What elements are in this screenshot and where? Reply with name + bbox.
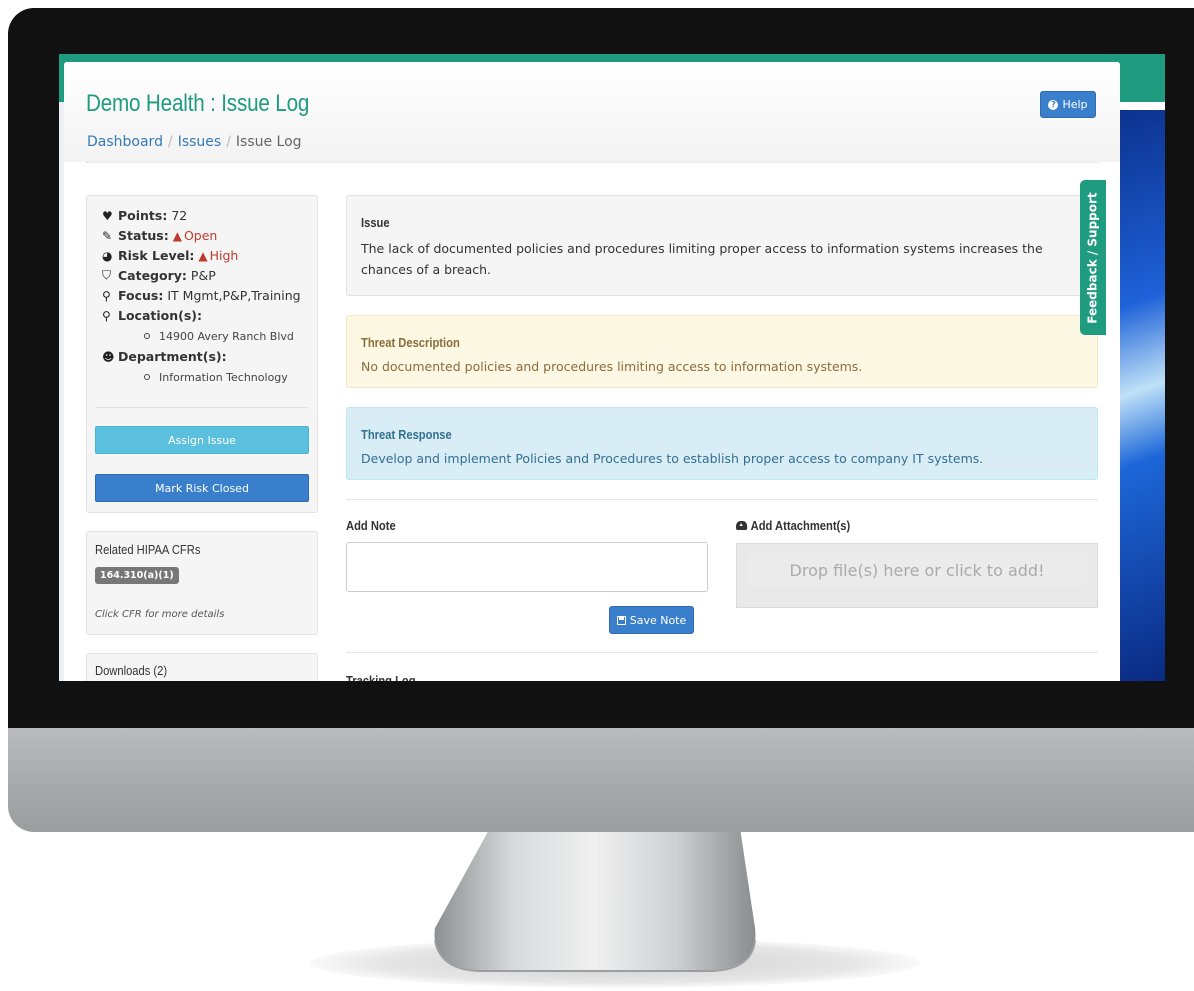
breadcrumb-current: Issue Log — [235, 134, 302, 150]
cfr-badge[interactable]: 164.310(a)(1) — [95, 567, 179, 584]
feedback-support-label: Feedback / Support — [1086, 191, 1100, 324]
assign-issue-button[interactable]: Assign Issue — [95, 426, 309, 454]
status-value: Open — [183, 228, 218, 243]
heart-icon: ♥ — [102, 208, 113, 223]
floppy-disk-icon — [616, 615, 626, 625]
departments-row: ☻ Department(s): — [102, 349, 231, 364]
section-divider — [346, 652, 1098, 653]
status-label: Status: — [118, 228, 169, 243]
mark-risk-closed-button[interactable]: Mark Risk Closed — [95, 474, 309, 502]
locations-row: ⚲ Location(s): — [102, 308, 206, 323]
main-card: Demo Health : Issue Log Dashboard / Issues… — [64, 62, 1120, 681]
map-marker-icon: ⚲ — [102, 308, 111, 323]
cloud-upload-icon — [736, 521, 748, 531]
page-title: Demo Health : Issue Log — [86, 90, 310, 117]
dashboard-gauge-icon: ◕ — [102, 248, 113, 263]
threat-description-panel: Threat Description No documented policie… — [346, 315, 1098, 388]
status-row: ✎ Status: ▲ Open — [102, 228, 217, 243]
focus-row: ⚲ Focus: IT Mgmt,P&P,Training — [102, 288, 301, 303]
risk-label: Risk Level: — [118, 248, 195, 263]
page-header: Demo Health : Issue Log Dashboard / Issues… — [64, 62, 1120, 162]
save-note-label: Save Note — [629, 613, 687, 627]
feedback-support-tab[interactable]: Feedback / Support — [1080, 180, 1106, 335]
points-label: Points: — [118, 208, 168, 223]
category-row: ⛉ Category: P&P — [102, 268, 216, 283]
add-attachment-text: Add Attachment(s) — [750, 518, 851, 533]
threat-response-title: Threat Response — [361, 427, 452, 442]
threat-description-title: Threat Description — [361, 335, 460, 350]
focus-label: Focus: — [118, 288, 164, 303]
sidebar-divider — [95, 407, 309, 408]
dropzone-message[interactable]: Drop file(s) here or click to add! — [747, 554, 1087, 587]
issue-panel-body: The lack of documented policies and proc… — [361, 241, 1043, 277]
category-label: Category: — [118, 268, 187, 283]
breadcrumb: Dashboard / Issues / Issue Log — [87, 134, 302, 150]
help-button[interactable]: ? Help — [1040, 91, 1096, 118]
breadcrumb-dashboard[interactable]: Dashboard — [87, 134, 163, 150]
threat-response-body: Develop and implement Policies and Proce… — [361, 451, 984, 466]
threat-response-panel: Threat Response Develop and implement Po… — [346, 407, 1098, 480]
focus-value: IT Mgmt,P&P,Training — [167, 288, 301, 303]
monitor-chin — [8, 728, 1194, 832]
threat-description-body: No documented policies and procedures li… — [361, 359, 863, 374]
points-row: ♥ Points: 72 — [102, 208, 187, 223]
header-divider — [86, 162, 1098, 163]
warning-icon: ▲ — [172, 228, 182, 243]
risk-value: High — [209, 248, 239, 263]
locations-label: Location(s): — [118, 308, 203, 323]
downloads-box: Downloads (2) — [86, 653, 318, 681]
section-divider — [346, 499, 1098, 500]
monitor-stand — [434, 828, 756, 972]
risk-row: ◕ Risk Level: ▲ High — [102, 248, 238, 263]
issue-panel: Issue The lack of documented policies an… — [346, 195, 1098, 296]
monitor-screen: Demo Health : Issue Log Dashboard / Issues… — [59, 54, 1165, 681]
issue-details-box: ♥ Points: 72 ✎ Status: ▲ Open ◕ Risk Lev… — [86, 195, 318, 513]
add-attachment-label: Add Attachment(s) — [736, 518, 850, 533]
tracking-log-title: Tracking Log — [346, 673, 416, 681]
shield-icon: ⛉ — [102, 268, 112, 282]
points-value: 72 — [171, 208, 188, 223]
location-item: 14900 Avery Ranch Blvd — [144, 330, 294, 343]
users-icon: ☻ — [102, 349, 115, 364]
departments-label: Department(s): — [118, 349, 227, 364]
add-note-textarea[interactable] — [346, 542, 708, 592]
help-button-label: Help — [1062, 98, 1088, 111]
breadcrumb-issues[interactable]: Issues — [178, 134, 222, 150]
downloads-title[interactable]: Downloads (2) — [95, 663, 167, 678]
tag-icon: ✎ — [102, 228, 113, 243]
related-cfrs-box: Related HIPAA CFRs 164.310(a)(1) Click C… — [86, 531, 318, 635]
issue-panel-title: Issue — [361, 215, 390, 230]
related-cfrs-title: Related HIPAA CFRs — [95, 542, 201, 557]
search-icon: ⚲ — [102, 288, 111, 303]
cfr-note: Click CFR for more details — [95, 609, 225, 620]
category-value: P&P — [190, 268, 216, 283]
question-circle-icon: ? — [1048, 99, 1059, 110]
warning-icon: ▲ — [198, 248, 208, 263]
add-note-label: Add Note — [346, 518, 396, 533]
department-item: Information Technology — [144, 371, 288, 384]
attachment-dropzone[interactable]: Drop file(s) here or click to add! — [736, 543, 1098, 608]
save-note-button[interactable]: Save Note — [609, 606, 694, 634]
